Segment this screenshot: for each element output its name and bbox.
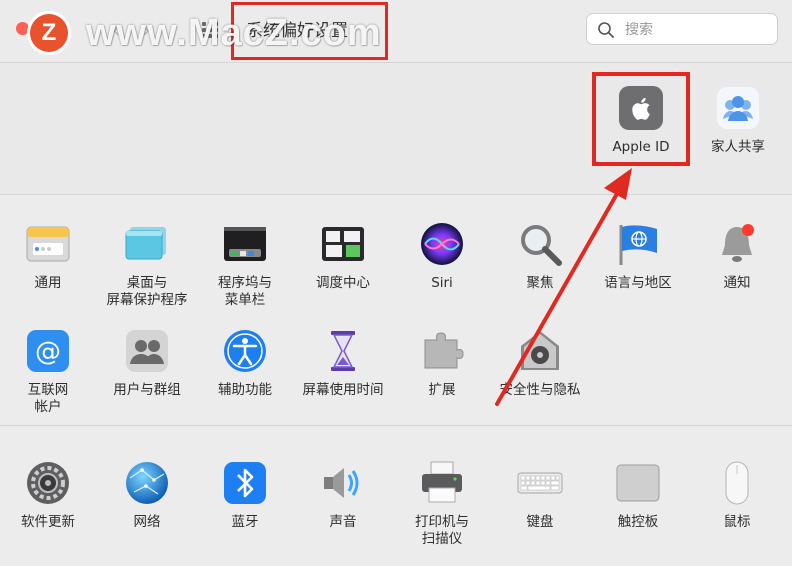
pane-label: 声音 bbox=[329, 514, 357, 530]
svg-text:@: @ bbox=[35, 337, 61, 367]
pane-desktop-screensaver[interactable]: 桌面与 屏幕保护程序 bbox=[99, 221, 195, 309]
dock-icon bbox=[222, 221, 268, 267]
flag-icon bbox=[615, 221, 661, 267]
pane-label: 语言与地区 bbox=[604, 275, 672, 291]
search-icon bbox=[598, 22, 614, 38]
mission-control-icon bbox=[320, 221, 366, 267]
general-icon bbox=[25, 221, 71, 267]
bluetooth-icon bbox=[222, 460, 268, 506]
pane-label: 网络 bbox=[133, 514, 161, 530]
pane-label: 聚焦 bbox=[526, 275, 554, 291]
puzzle-icon bbox=[419, 328, 465, 374]
pane-internet-accounts[interactable]: @ 互联网 帐户 bbox=[0, 328, 96, 416]
apple-id-highlight-box bbox=[592, 72, 690, 166]
close-window-button[interactable] bbox=[16, 22, 29, 35]
users-icon bbox=[124, 328, 170, 374]
pane-label: 用户与群组 bbox=[113, 382, 181, 398]
pane-trackpad[interactable]: 触控板 bbox=[590, 460, 686, 531]
back-forward-arrows[interactable]: ‹ › bbox=[112, 18, 158, 42]
show-all-grid-icon[interactable] bbox=[202, 22, 218, 38]
bell-icon bbox=[714, 221, 760, 267]
mouse-icon bbox=[714, 460, 760, 506]
pane-users-groups[interactable]: 用户与群组 bbox=[99, 328, 195, 399]
pane-family-sharing[interactable]: 家人共享 bbox=[690, 85, 786, 156]
gear-icon bbox=[25, 460, 71, 506]
globe-icon bbox=[124, 460, 170, 506]
pane-spotlight[interactable]: 聚焦 bbox=[492, 221, 588, 292]
pane-mouse[interactable]: 鼠标 bbox=[689, 460, 785, 531]
family-sharing-icon bbox=[715, 85, 761, 131]
at-sign-icon: @ bbox=[25, 328, 71, 374]
preferences-section-hardware: 软件更新 网络 蓝牙 声音 打印机与 扫描仪 键盘 触控板 鼠标 bbox=[0, 426, 792, 566]
preferences-section-personal: 通用 桌面与 屏幕保护程序 程序坞与 菜单栏 调度中心 Siri 聚焦 语言与地… bbox=[0, 195, 792, 426]
pane-label: 蓝牙 bbox=[231, 514, 259, 530]
pane-label: 程序坞与 菜单栏 bbox=[218, 275, 272, 308]
pane-mission-control[interactable]: 调度中心 bbox=[295, 221, 391, 292]
pane-label: 软件更新 bbox=[21, 514, 75, 530]
pane-label: 鼠标 bbox=[723, 514, 751, 530]
pane-dock-menubar[interactable]: 程序坞与 菜单栏 bbox=[197, 221, 293, 309]
desktop-icon bbox=[124, 221, 170, 267]
pane-label: 屏幕使用时间 bbox=[302, 382, 384, 398]
search-field[interactable] bbox=[586, 13, 778, 45]
pane-network[interactable]: 网络 bbox=[99, 460, 195, 531]
pane-notifications[interactable]: 通知 bbox=[689, 221, 785, 292]
pane-label: 互联网 帐户 bbox=[27, 382, 69, 415]
title-highlight-box bbox=[231, 2, 388, 60]
pane-language-region[interactable]: 语言与地区 bbox=[590, 221, 686, 292]
pane-label: 调度中心 bbox=[316, 275, 370, 291]
pane-label: Siri bbox=[431, 275, 453, 291]
pane-label: 安全性与隐私 bbox=[499, 382, 581, 398]
pane-label: 键盘 bbox=[526, 514, 554, 530]
pane-printers-scanners[interactable]: 打印机与 扫描仪 bbox=[394, 460, 490, 548]
pane-accessibility[interactable]: 辅助功能 bbox=[197, 328, 293, 399]
title-bar: Z ‹ › 系统偏好设置 bbox=[0, 0, 792, 63]
hourglass-icon bbox=[320, 328, 366, 374]
pane-screen-time[interactable]: 屏幕使用时间 bbox=[295, 328, 391, 399]
pane-software-update[interactable]: 软件更新 bbox=[0, 460, 96, 531]
accessibility-icon bbox=[222, 328, 268, 374]
pane-label: 桌面与 屏幕保护程序 bbox=[106, 275, 188, 308]
pane-general[interactable]: 通用 bbox=[0, 221, 96, 292]
pane-label: 扩展 bbox=[428, 382, 456, 398]
vault-icon bbox=[517, 328, 563, 374]
spotlight-icon bbox=[517, 221, 563, 267]
speaker-icon bbox=[320, 460, 366, 506]
pane-label: 通知 bbox=[723, 275, 751, 291]
trackpad-icon bbox=[615, 460, 661, 506]
pane-sound[interactable]: 声音 bbox=[295, 460, 391, 531]
pane-extensions[interactable]: 扩展 bbox=[394, 328, 490, 399]
keyboard-icon bbox=[517, 460, 563, 506]
pane-siri[interactable]: Siri bbox=[394, 221, 490, 292]
pane-bluetooth[interactable]: 蓝牙 bbox=[197, 460, 293, 531]
search-input[interactable] bbox=[623, 18, 772, 42]
siri-icon bbox=[419, 221, 465, 267]
pane-keyboard[interactable]: 键盘 bbox=[492, 460, 588, 531]
pane-label: 家人共享 bbox=[711, 139, 765, 155]
pane-label: 通用 bbox=[34, 275, 62, 291]
pane-label: 触控板 bbox=[617, 514, 659, 530]
pane-label: 打印机与 扫描仪 bbox=[415, 514, 469, 547]
brand-logo: Z bbox=[30, 14, 68, 52]
printer-icon bbox=[419, 460, 465, 506]
pane-label: 辅助功能 bbox=[218, 382, 272, 398]
pane-security-privacy[interactable]: 安全性与隐私 bbox=[492, 328, 588, 399]
